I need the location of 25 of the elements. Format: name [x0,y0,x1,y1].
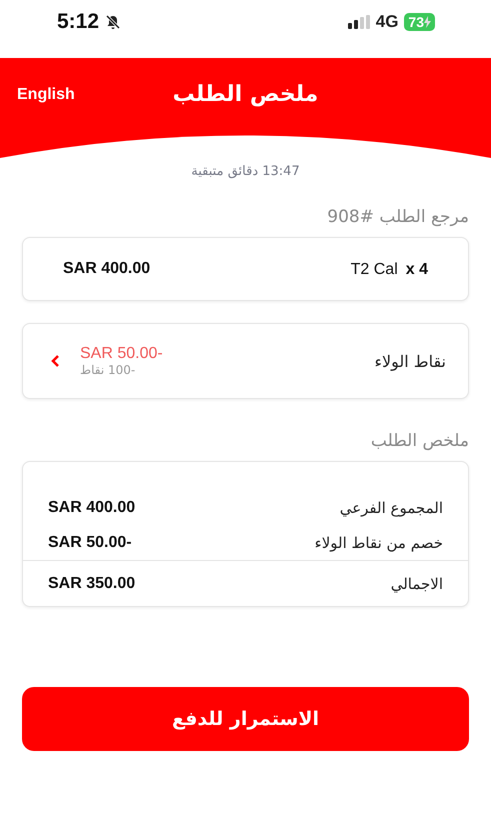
battery-indicator: 73 [404,13,435,31]
time-remaining: 13:47 دقائق متبقية [190,164,301,179]
summary-value: SAR 50.00- [48,534,132,552]
loyalty-discount: SAR 50.00- [80,345,163,363]
continue-button[interactable]: الاستمرار للدفع [22,687,469,751]
summary-title: ملخص الطلب [370,431,469,451]
loyalty-label: نقاط الولاء [374,352,446,370]
summary-label: الاجمالي [390,574,443,592]
item-name: T2 Cal [350,261,398,278]
page-title: ملخص الطلب [172,82,318,107]
item-price: SAR 400.00 [63,260,150,278]
summary-value: SAR 350.00 [48,574,136,592]
network-label: 4G [376,12,398,32]
summary-value: SAR 400.00 [48,498,136,516]
summary-label: المجموع الفرعي [340,498,443,516]
charging-icon [424,16,431,28]
status-time: 5:12 [57,10,100,34]
summary-label: خصم من نقاط الولاء [314,534,443,552]
order-reference: مرجع الطلب #908 [327,207,469,227]
language-link[interactable]: English [17,86,75,104]
bell-off-icon [105,14,122,30]
item-quantity: x 4 [406,261,428,278]
chevron-left-icon [51,354,60,368]
loyalty-points: -100 نقاط [80,363,136,377]
signal-icon [348,15,370,29]
